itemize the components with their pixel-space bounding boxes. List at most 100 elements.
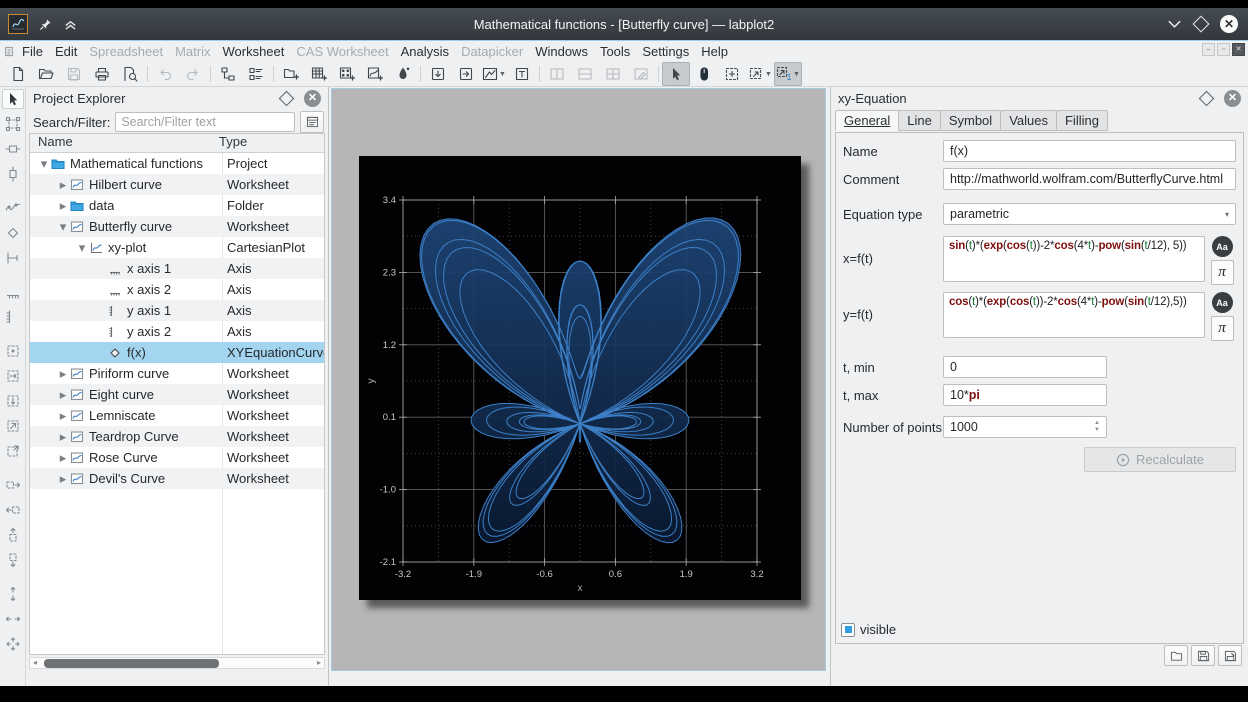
toolbar-save-button[interactable] [60, 62, 88, 86]
toolbar-zoom-select-mode-button[interactable] [718, 62, 746, 86]
expand-open-icon[interactable]: ▾ [57, 219, 69, 235]
tree-row[interactable]: ▾xy-plotCartesianPlot [30, 237, 324, 258]
tree-header[interactable]: Name Type [30, 134, 324, 153]
insert-constant-button[interactable]: π [1211, 316, 1234, 341]
expand-open-icon[interactable]: ▾ [38, 156, 50, 172]
menu-edit[interactable]: Edit [49, 43, 83, 60]
tree-row[interactable]: x axis 2Axis [30, 279, 324, 300]
plot-tool-cursor-arrow-button[interactable] [2, 89, 24, 109]
maximize-icon[interactable] [1193, 16, 1210, 33]
filter-options-button[interactable] [300, 111, 324, 133]
tree-row[interactable]: y axis 2Axis [30, 321, 324, 342]
load-template-button[interactable] [1164, 645, 1188, 666]
mdi-close-icon[interactable]: ✕ [1232, 43, 1245, 56]
tab-symbol[interactable]: Symbol [940, 110, 1001, 131]
tree-row[interactable]: ▸Teardrop CurveWorksheet [30, 426, 324, 447]
menu-spreadsheet[interactable]: Spreadsheet [83, 43, 169, 60]
x-equation-field[interactable]: sin(t)*(exp(cos(t))-2*cos(4*t)-pow(sin(t… [943, 236, 1205, 282]
float-panel-icon[interactable] [279, 91, 295, 107]
toolbar-magnification-button[interactable]: 1▼ [774, 62, 802, 86]
toolbar-layout-horizontal-button[interactable] [571, 62, 599, 86]
float-panel-icon[interactable] [1199, 91, 1215, 107]
menu-analysis[interactable]: Analysis [395, 43, 455, 60]
plot-tool-custom-point-button[interactable] [2, 248, 24, 268]
toolbar-new-note-button[interactable] [389, 62, 417, 86]
plot-tool-zoom-x-select-button[interactable] [2, 366, 24, 386]
tree-row[interactable]: ▸LemniscateWorksheet [30, 405, 324, 426]
name-field[interactable]: f(x) [943, 140, 1236, 162]
plot-tool-zoom-fit-button[interactable] [2, 416, 24, 436]
toolbar-new-folder-button[interactable] [277, 62, 305, 86]
plot-tool-shift-up-button[interactable] [2, 525, 24, 545]
close-icon[interactable]: ✕ [1220, 15, 1238, 33]
horizontal-scrollbar[interactable]: ◂ ▸ [29, 657, 325, 669]
tree-row[interactable]: f(x)XYEquationCurve [30, 342, 324, 363]
plot-tool-scale-auto-y-button[interactable] [2, 584, 24, 604]
toolbar-new-spreadsheet-button[interactable] [305, 62, 333, 86]
mdi-restore-icon[interactable]: ▫ [1217, 43, 1230, 56]
spinner-arrows-icon[interactable]: ▲▼ [1094, 420, 1100, 433]
tmax-field[interactable]: 10*pi [943, 384, 1107, 406]
scrollbar-thumb[interactable] [44, 659, 219, 668]
plot-tool-equation-curve-button[interactable] [2, 223, 24, 243]
expand-open-icon[interactable]: ▾ [76, 240, 88, 256]
menu-datapicker[interactable]: Datapicker [455, 43, 529, 60]
tree-row[interactable]: ▸Rose CurveWorksheet [30, 447, 324, 468]
insert-function-button[interactable]: Aa [1212, 236, 1233, 257]
toolbar-new-plot-button[interactable]: ▼ [480, 62, 508, 86]
toolbar-import-sql-button[interactable] [452, 62, 480, 86]
tree-row[interactable]: y axis 1Axis [30, 300, 324, 321]
insert-constant-button[interactable]: π [1211, 260, 1234, 285]
expand-closed-icon[interactable]: ▸ [57, 198, 69, 214]
scroll-right-icon[interactable]: ▸ [314, 659, 324, 667]
worksheet-page[interactable]: -3.2-1.9-0.60.61.93.23.42.31.20.1-1.0-2.… [359, 156, 801, 600]
tree-row[interactable]: x axis 1Axis [30, 258, 324, 279]
tab-filling[interactable]: Filling [1056, 110, 1108, 131]
tab-general[interactable]: General [835, 110, 899, 131]
menu-worksheet[interactable]: Worksheet [216, 43, 290, 60]
mdi-minimize-icon[interactable]: – [1202, 43, 1215, 56]
plot-tool-shift-down-button[interactable] [2, 550, 24, 570]
column-header-type[interactable]: Type [214, 134, 247, 152]
expand-closed-icon[interactable]: ▸ [57, 408, 69, 424]
plot-tool-zoom-y-select-button[interactable] [2, 391, 24, 411]
tree-row[interactable]: ▾Mathematical functionsProject [30, 153, 324, 174]
toolbar-project-explorer-button[interactable] [214, 62, 242, 86]
menu-tools[interactable]: Tools [594, 43, 636, 60]
toolbar-zoom-mode-button[interactable]: ▼ [746, 62, 774, 86]
plot-tool-axis-horizontal-button[interactable] [2, 282, 24, 302]
tree-row[interactable]: ▾Butterfly curveWorksheet [30, 216, 324, 237]
column-header-name[interactable]: Name [30, 134, 214, 152]
toolbar-layout-vertical-button[interactable] [543, 62, 571, 86]
menu-help[interactable]: Help [695, 43, 734, 60]
visible-checkbox[interactable] [841, 623, 855, 637]
comment-field[interactable]: http://mathworld.wolfram.com/ButterflyCu… [943, 168, 1236, 190]
toolbar-redo-button[interactable] [179, 62, 207, 86]
plot-tool-xy-curve-button[interactable] [2, 198, 24, 218]
toolbar-import-file-button[interactable] [424, 62, 452, 86]
y-equation-field[interactable]: cos(t)*(exp(cos(t))-2*cos(4*t)-pow(sin(t… [943, 292, 1205, 338]
expand-closed-icon[interactable]: ▸ [57, 471, 69, 487]
plot-tool-scale-auto-button[interactable] [2, 634, 24, 654]
plot-tool-zoom-fit-corner-button[interactable] [2, 441, 24, 461]
toolbar-layout-edit-button[interactable] [627, 62, 655, 86]
close-panel-icon[interactable]: ✕ [304, 90, 321, 107]
plot-tool-box-v-range-button[interactable] [2, 164, 24, 184]
minimize-icon[interactable] [1167, 19, 1182, 29]
pin-icon[interactable] [39, 18, 52, 31]
toolbar-layout-grid-button[interactable] [599, 62, 627, 86]
expand-closed-icon[interactable]: ▸ [57, 177, 69, 193]
toolbar-undo-button[interactable] [151, 62, 179, 86]
insert-function-button[interactable]: Aa [1212, 292, 1233, 313]
plot-tool-box-crosshair-button[interactable] [2, 114, 24, 134]
toolbar-select-mode-button[interactable] [662, 62, 690, 86]
toolbar-properties-explorer-button[interactable] [242, 62, 270, 86]
toolbar-new-document-button[interactable] [4, 62, 32, 86]
tree-row[interactable]: ▸Eight curveWorksheet [30, 384, 324, 405]
save-template-button[interactable] [1191, 645, 1215, 666]
toolbar-print-preview-button[interactable] [116, 62, 144, 86]
toolbar-print-button[interactable] [88, 62, 116, 86]
menu-file[interactable]: File [16, 43, 49, 60]
search-input[interactable] [115, 112, 295, 132]
tab-values[interactable]: Values [1000, 110, 1057, 131]
